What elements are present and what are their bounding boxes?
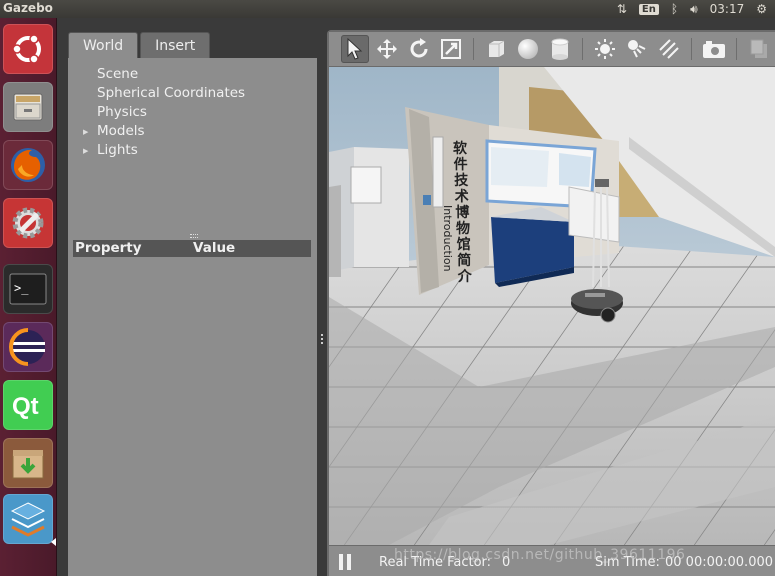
panel-splitter-handle[interactable]: [190, 234, 198, 238]
gear-power-icon[interactable]: ⚙: [756, 2, 767, 16]
arrow-pointer-icon[interactable]: [341, 35, 369, 63]
3d-viewport[interactable]: 软件技术博物馆简介 Introduction: [329, 67, 775, 545]
tree-item-lights[interactable]: ▶ Lights: [83, 142, 245, 161]
wrench-gear-icon[interactable]: [3, 198, 53, 248]
copy-icon[interactable]: [745, 35, 773, 63]
status-bar: Real Time Factor: 0 Sim Time: 00 00:00:0…: [329, 546, 775, 576]
display-introduction-text: Introduction: [441, 205, 454, 272]
pause-icon[interactable]: [339, 554, 353, 570]
eclipse-icon[interactable]: [3, 322, 53, 372]
splitter-grip-dots: [321, 334, 323, 344]
system-tray: ⇅ En ᛒ 🔊︎ 03:17 ⚙: [617, 0, 767, 18]
left-panel-tabs: World Insert: [68, 32, 211, 58]
world-tree: Scene Spherical Coordinates Physics ▶ Mod…: [83, 66, 245, 161]
package-download-icon[interactable]: [3, 438, 53, 488]
top-panel: Gazebo ⇅ En ᛒ 🔊︎ 03:17 ⚙: [0, 0, 775, 18]
box-icon[interactable]: [482, 35, 510, 63]
expand-arrow-icon[interactable]: ▶: [83, 128, 88, 136]
vertical-splitter[interactable]: [317, 32, 327, 576]
column-header-property[interactable]: Property: [75, 240, 142, 256]
keyboard-layout-indicator[interactable]: En: [638, 3, 659, 15]
directional-light-icon[interactable]: [655, 35, 683, 63]
tab-insert[interactable]: Insert: [140, 32, 211, 58]
sun-icon[interactable]: [591, 35, 619, 63]
sphere-icon[interactable]: [514, 35, 542, 63]
updown-arrows-icon[interactable]: ⇅: [617, 2, 627, 16]
cylinder-icon[interactable]: [546, 35, 574, 63]
spot-light-icon[interactable]: [623, 35, 651, 63]
toolbar-separator: [691, 38, 692, 60]
active-indicator: [51, 538, 56, 546]
stacked-layers-icon[interactable]: [3, 494, 53, 544]
ubuntu-icon[interactable]: [3, 24, 53, 74]
clock[interactable]: 03:17: [710, 2, 745, 16]
launcher: >_ Qt: [0, 18, 57, 576]
tab-world[interactable]: World: [68, 32, 139, 58]
toolbar-separator: [736, 38, 737, 60]
render-toolbar: [329, 32, 775, 66]
watermark-text: https://blog.csdn.net/github_39611196: [394, 547, 686, 563]
camera-icon[interactable]: [700, 35, 728, 63]
tree-item-scene[interactable]: Scene: [83, 66, 245, 85]
scene-render: 软件技术博物馆简介 Introduction: [329, 67, 775, 545]
toolbar-separator: [582, 38, 583, 60]
terminal-icon[interactable]: >_: [3, 264, 53, 314]
tree-item-physics[interactable]: Physics: [83, 104, 245, 123]
toolbar-separator: [473, 38, 474, 60]
move-arrows-icon[interactable]: [373, 35, 401, 63]
rotate-icon[interactable]: [405, 35, 433, 63]
tree-item-models[interactable]: ▶ Models: [83, 123, 245, 142]
file-cabinet-icon[interactable]: [3, 82, 53, 132]
property-table-header: Property Value: [73, 240, 311, 257]
expand-arrow-icon[interactable]: ▶: [83, 147, 88, 155]
volume-icon[interactable]: 🔊︎: [690, 2, 698, 17]
qt-icon[interactable]: Qt: [3, 380, 53, 430]
svg-text:>_: >_: [14, 281, 29, 295]
tree-item-spherical-coordinates[interactable]: Spherical Coordinates: [83, 85, 245, 104]
svg-text:Qt: Qt: [12, 393, 39, 420]
scale-icon[interactable]: [437, 35, 465, 63]
bluetooth-icon[interactable]: ᛒ: [671, 2, 678, 16]
column-header-value[interactable]: Value: [193, 240, 235, 256]
firefox-icon[interactable]: [3, 140, 53, 190]
window-title: Gazebo: [3, 1, 53, 15]
